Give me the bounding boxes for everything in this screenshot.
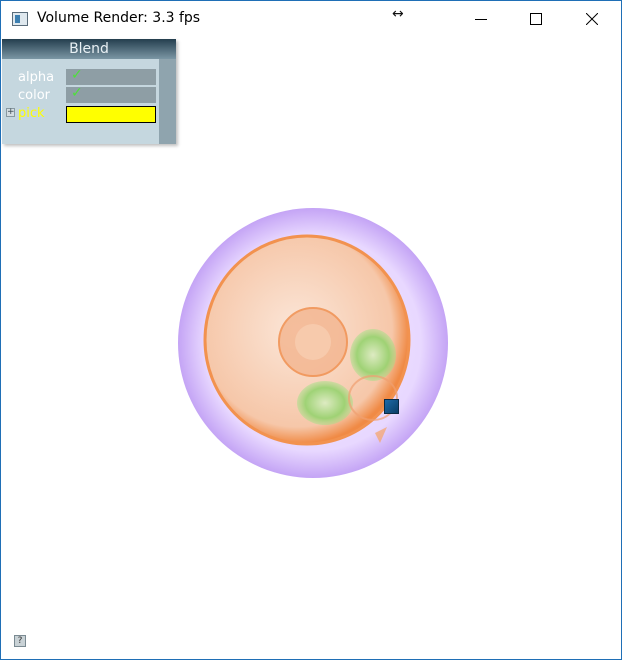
volume-render-view[interactable] bbox=[175, 205, 455, 485]
pick-handle[interactable] bbox=[384, 399, 399, 414]
help-icon[interactable]: ? bbox=[14, 635, 26, 647]
nucleolus bbox=[295, 324, 331, 360]
alpha-checkbox[interactable]: ✓ bbox=[66, 67, 156, 85]
check-icon: ✓ bbox=[71, 67, 83, 83]
check-icon: ✓ bbox=[71, 85, 83, 101]
blend-panel-title[interactable]: Blend bbox=[2, 39, 176, 59]
title-bar[interactable]: Volume Render: 3.3 fps ↔ bbox=[1, 1, 621, 37]
maximize-button[interactable] bbox=[513, 1, 559, 37]
window-title: Volume Render: 3.3 fps bbox=[37, 10, 201, 26]
color-checkbox[interactable]: ✓ bbox=[66, 85, 156, 103]
color-label: color bbox=[18, 88, 51, 103]
alpha-label: alpha bbox=[18, 70, 55, 85]
blend-panel[interactable]: Blend alpha ✓ color ✓ + pick bbox=[2, 39, 176, 144]
resize-arrow-icon: ↔ bbox=[392, 6, 404, 22]
close-button[interactable] bbox=[569, 1, 615, 37]
app-icon bbox=[12, 12, 28, 26]
green-region bbox=[350, 329, 396, 381]
minimize-button[interactable] bbox=[457, 1, 503, 37]
expand-icon[interactable]: + bbox=[6, 108, 15, 117]
pick-color-swatch[interactable] bbox=[66, 106, 156, 123]
panel-scrollbar[interactable] bbox=[159, 59, 176, 144]
pick-label: pick bbox=[18, 106, 45, 121]
close-icon bbox=[586, 13, 598, 25]
green-region bbox=[297, 381, 353, 425]
